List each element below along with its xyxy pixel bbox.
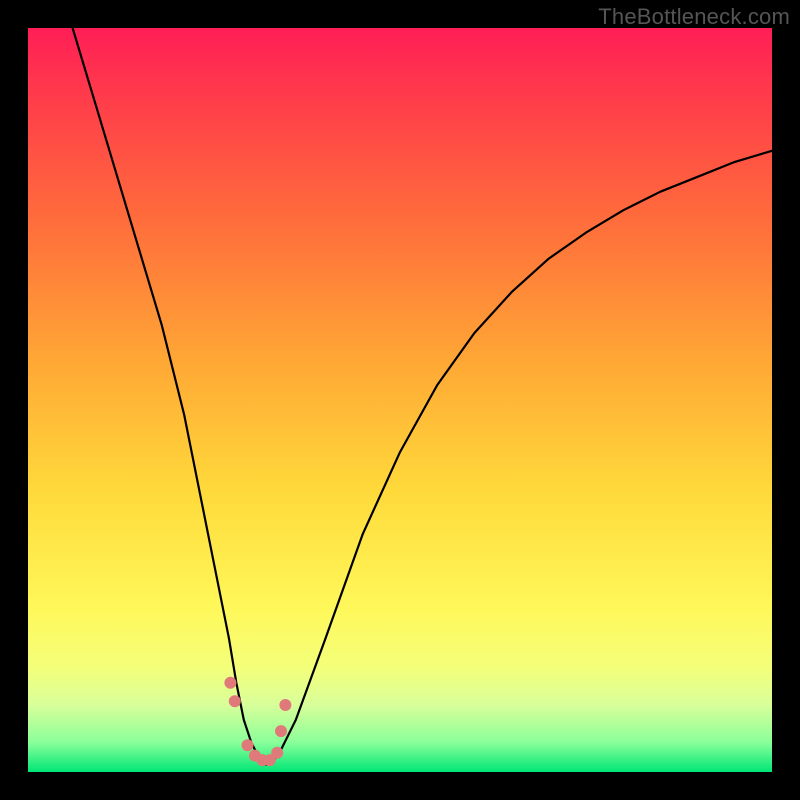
highlight-marker bbox=[224, 677, 236, 689]
highlight-marker bbox=[279, 699, 291, 711]
curve-svg bbox=[28, 28, 772, 772]
watermark-text: TheBottleneck.com bbox=[598, 4, 790, 30]
marker-group bbox=[224, 677, 291, 766]
highlight-marker bbox=[242, 739, 254, 751]
highlight-marker bbox=[229, 695, 241, 707]
plot-area bbox=[28, 28, 772, 772]
bottleneck-curve bbox=[73, 28, 772, 765]
highlight-marker bbox=[275, 725, 287, 737]
outer-frame: TheBottleneck.com bbox=[0, 0, 800, 800]
highlight-marker bbox=[271, 747, 283, 759]
